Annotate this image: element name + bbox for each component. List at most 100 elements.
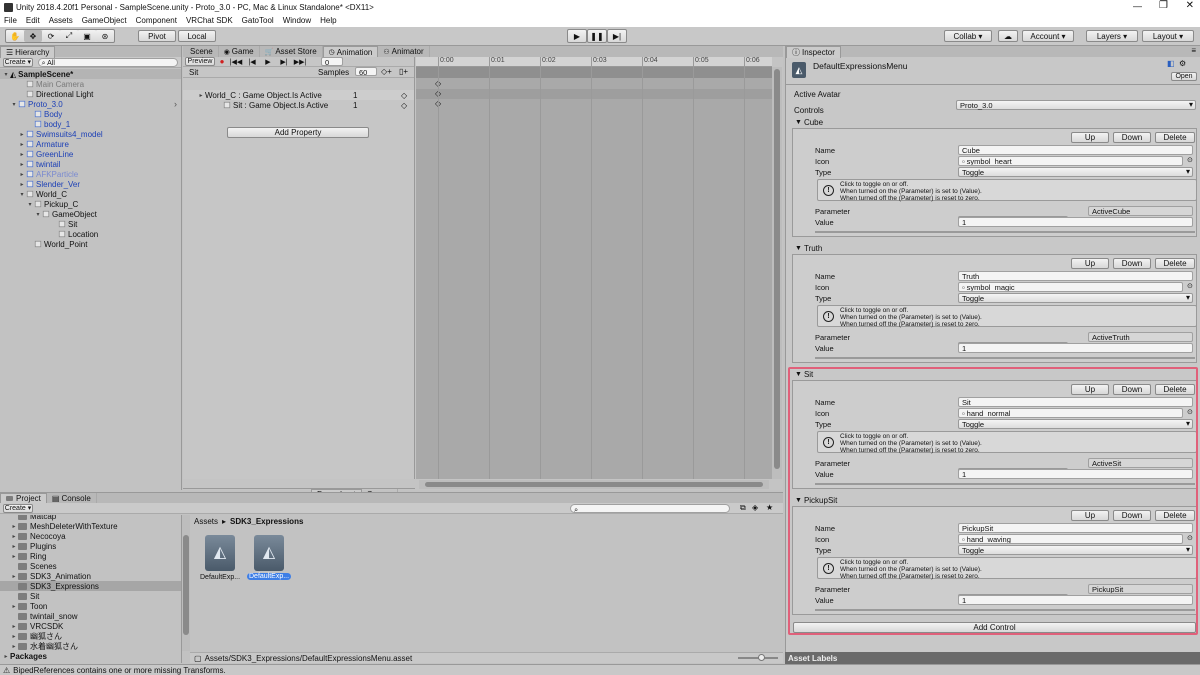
menu-vrchat-sdk[interactable]: VRChat SDK — [186, 16, 233, 25]
hand-tool-icon[interactable]: ✋ — [6, 30, 24, 42]
hierarchy-item[interactable]: World_Point — [0, 239, 181, 249]
control-foldout[interactable]: ▼ Cube — [795, 117, 823, 127]
project-folder[interactable]: ▸ Necocoya — [0, 531, 181, 541]
hierarchy-item[interactable]: Body — [0, 109, 181, 119]
timeline[interactable]: 0:000:010:020:030:040:050:06 ◇ ◇ ◇ — [416, 57, 772, 479]
tab-hierarchy[interactable]: ☰ Hierarchy — [0, 45, 56, 58]
timeline-vscroll[interactable] — [772, 67, 782, 479]
last-key-button[interactable]: ▶▶| — [293, 58, 307, 66]
add-control-button[interactable]: Add Control — [793, 622, 1196, 633]
hierarchy-item[interactable]: Directional Light — [0, 89, 181, 99]
project-folder[interactable]: Sit — [0, 591, 181, 601]
expand-arrow-icon[interactable]: ▸ — [10, 543, 18, 550]
settings-icon[interactable]: ⚙ — [1179, 59, 1186, 68]
expand-arrow-icon[interactable]: ▸ — [18, 131, 26, 138]
expand-arrow-icon[interactable]: ▸ — [2, 653, 10, 660]
icon-size-slider[interactable] — [738, 654, 778, 661]
foldout-arrow-icon[interactable]: ▼ — [795, 119, 802, 126]
active-avatar-dropdown[interactable]: Proto_3.0 — [956, 100, 1196, 110]
project-folder[interactable]: ▸ Plugins — [0, 541, 181, 551]
expand-arrow-icon[interactable]: ▸ — [18, 181, 26, 188]
filter-by-label-icon[interactable]: ◈ — [752, 503, 758, 512]
menu-window[interactable]: Window — [283, 16, 311, 25]
property-row[interactable]: Sit : Game Object.Is Active 1 ◇ — [183, 100, 414, 110]
hierarchy-item[interactable]: ▸ Swimsuits4_model — [0, 129, 181, 139]
panel-menu-icon[interactable]: ≡ — [1191, 46, 1196, 55]
down-button[interactable]: Down — [1113, 132, 1151, 143]
value-field[interactable]: 1 — [958, 343, 1193, 353]
step-button[interactable]: ▶| — [607, 29, 627, 43]
project-vscroll[interactable] — [182, 515, 190, 651]
move-tool-icon[interactable]: ✥ — [24, 30, 42, 42]
expand-arrow-icon[interactable]: ▾ — [10, 101, 18, 108]
maximize-button[interactable]: ❐ — [1159, 0, 1168, 11]
expand-arrow-icon[interactable]: ▾ — [18, 191, 26, 198]
tab-animation[interactable]: ◷ Animation — [322, 45, 379, 58]
hierarchy-item[interactable]: ▸ twintail — [0, 159, 181, 169]
name-field[interactable]: Cube — [958, 145, 1193, 155]
object-picker-icon[interactable]: ⊙ — [1187, 282, 1193, 290]
cloud-icon[interactable]: ☁ — [998, 30, 1018, 42]
hierarchy-item[interactable]: Location — [0, 229, 181, 239]
hierarchy-item[interactable]: ▾ Proto_3.0 — [0, 99, 181, 109]
prev-key-button[interactable]: |◀ — [245, 58, 259, 66]
pivot-button[interactable]: Pivot — [138, 30, 176, 42]
hierarchy-item[interactable]: ▸ Armature — [0, 139, 181, 149]
add-event-icon[interactable]: ▯+ — [399, 67, 408, 76]
project-folder[interactable]: ▸ VRCSDK — [0, 621, 181, 631]
tab-scene[interactable]: Scene — [183, 45, 219, 58]
hierarchy-item[interactable]: ▸ GreenLine — [0, 149, 181, 159]
name-field[interactable]: Truth — [958, 271, 1193, 281]
type-dropdown[interactable]: Toggle — [958, 167, 1193, 177]
menu-assets[interactable]: Assets — [49, 16, 73, 25]
pause-button[interactable]: ❚❚ — [587, 29, 607, 43]
icon-field[interactable]: ▫ symbol_heart — [958, 156, 1183, 166]
collab-button[interactable]: Collab ▾ — [944, 30, 992, 42]
hierarchy-item[interactable]: ▾ Pickup_C — [0, 199, 181, 209]
expand-arrow-icon[interactable]: ▸ — [18, 161, 26, 168]
add-property-button[interactable]: Add Property — [227, 127, 369, 138]
project-folder[interactable]: ▸ SDK3_Animation — [0, 571, 181, 581]
parameter-name-field[interactable]: ActiveCube — [1088, 206, 1193, 216]
asset-labels-bar[interactable]: Asset Labels — [785, 652, 1200, 664]
expand-arrow-icon[interactable]: ▸ — [18, 171, 26, 178]
expand-arrow-icon[interactable]: › — [174, 99, 177, 109]
expand-arrow-icon[interactable]: ▸ — [10, 633, 18, 640]
rotate-tool-icon[interactable]: ⟳ — [42, 30, 60, 42]
layout-dropdown[interactable]: Layout ▾ — [1142, 30, 1194, 42]
delete-button[interactable]: Delete — [1155, 258, 1195, 269]
expand-arrow-icon[interactable]: ▸ — [10, 573, 18, 580]
asset-item-selected[interactable]: ◭ DefaultExp... — [247, 535, 291, 580]
expand-arrow-icon[interactable]: ▾ — [34, 211, 42, 218]
hierarchy-item[interactable]: ▾ ◭ SampleScene* — [0, 69, 181, 79]
expand-icon[interactable]: ▸ — [197, 92, 205, 99]
clip-dropdown[interactable]: Sit — [189, 68, 198, 77]
tab-asset-store[interactable]: 🛒 Asset Store — [260, 45, 323, 58]
project-search-input[interactable]: ⌕ — [570, 504, 730, 513]
hierarchy-item[interactable]: body_1 — [0, 119, 181, 129]
rect-tool-icon[interactable]: ▣ — [78, 30, 96, 42]
open-button[interactable]: Open — [1171, 72, 1197, 81]
menu-edit[interactable]: Edit — [26, 16, 40, 25]
account-dropdown[interactable]: Account ▾ — [1022, 30, 1074, 42]
hierarchy-item[interactable]: ▸ Slender_Ver — [0, 179, 181, 189]
layers-dropdown[interactable]: Layers ▾ — [1086, 30, 1138, 42]
project-folder[interactable]: ▸ 幽狐さん — [0, 631, 181, 641]
control-foldout[interactable]: ▼ Truth — [795, 243, 822, 253]
type-dropdown[interactable]: Toggle — [958, 293, 1193, 303]
tab-inspector[interactable]: ⓘ Inspector — [786, 45, 841, 58]
project-folder[interactable]: ▸ 水着幽狐さん — [0, 641, 181, 651]
expand-arrow-icon[interactable]: ▸ — [18, 141, 26, 148]
help-icon[interactable]: ◧ — [1167, 59, 1175, 68]
menu-file[interactable]: File — [4, 16, 17, 25]
hierarchy-search-input[interactable]: ⌕ All — [37, 57, 178, 67]
expand-arrow-icon[interactable]: ▸ — [10, 523, 18, 530]
packages-folder[interactable]: ▸ Packages — [0, 651, 181, 661]
project-folder[interactable]: ▸ Toon — [0, 601, 181, 611]
status-message[interactable]: BipedReferences contains one or more mis… — [13, 666, 226, 675]
hierarchy-create-button[interactable]: Create ▾ — [3, 57, 33, 67]
parameter-name-field[interactable]: ActiveTruth — [1088, 332, 1193, 342]
hierarchy-item[interactable]: Main Camera — [0, 79, 181, 89]
favorite-icon[interactable]: ★ — [766, 503, 773, 512]
project-folder[interactable]: SDK3_Expressions — [0, 581, 181, 591]
